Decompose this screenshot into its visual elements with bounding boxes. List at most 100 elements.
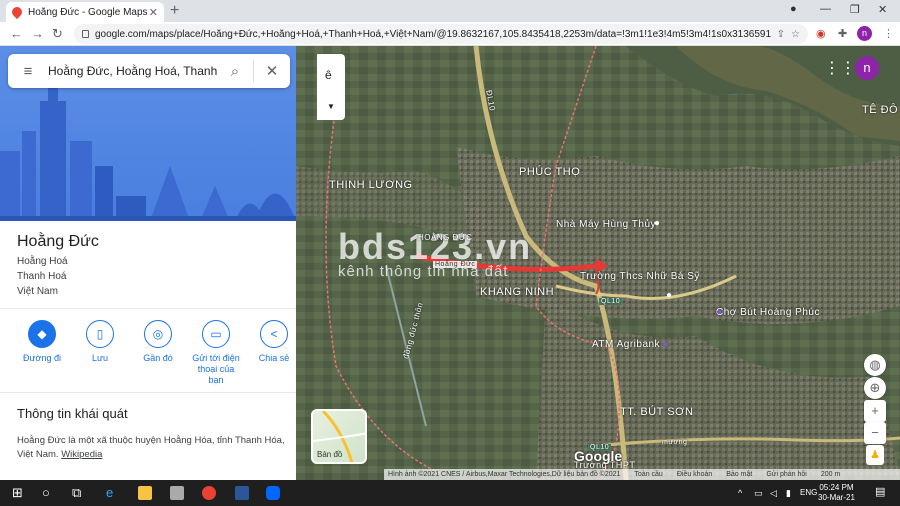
- apps-grid-icon[interactable]: ⋮⋮: [824, 58, 856, 78]
- tab-close-icon[interactable]: ✕: [149, 6, 158, 19]
- divider: [0, 392, 296, 393]
- global-link[interactable]: Toàn cầu: [634, 469, 662, 480]
- edge-icon[interactable]: e: [106, 485, 113, 500]
- bookmark-star-icon[interactable]: ☆: [791, 29, 800, 40]
- place-title: Hoằng Đức: [17, 233, 99, 250]
- menu-hamburger-icon[interactable]: ≡: [8, 63, 48, 80]
- phone-icon: ▭: [202, 320, 230, 348]
- search-icon[interactable]: ⌕: [217, 63, 253, 80]
- school-pin-icon[interactable]: ●: [666, 290, 672, 301]
- minimize-icon[interactable]: —: [820, 3, 831, 15]
- place-panel: ≡ Hoằng Đức, Hoằng Hoá, Thanh Hoá ⌕ ✕ Ho…: [0, 46, 296, 480]
- tray-chevron-icon[interactable]: ^: [738, 488, 742, 498]
- divider: [0, 308, 296, 309]
- terms-link[interactable]: Điều khoản: [677, 469, 712, 480]
- map-footer: Hình ảnh ©2021 CNES / Airbus,Maxar Techn…: [384, 469, 900, 480]
- save-button[interactable]: ▯ Lưu: [74, 320, 126, 386]
- battery-icon[interactable]: ▮: [786, 488, 791, 499]
- clock-time: 05:24 PM: [819, 483, 854, 492]
- file-explorer-icon[interactable]: [138, 486, 152, 500]
- url-text: google.com/maps/place/Hoằng+Đức,+Hoằng+H…: [95, 28, 771, 40]
- satellite-map[interactable]: bds123.vn kênh thông tin nhà đất THỊNH L…: [296, 46, 900, 480]
- map-label-atm: ATM Agribank: [592, 339, 661, 350]
- directions-button[interactable]: ◆ Đường đi: [16, 320, 68, 386]
- input-language[interactable]: ENG: [800, 488, 817, 497]
- chevron-down-icon[interactable]: ▼: [327, 102, 335, 111]
- tab-strip: Hoằng Đức - Google Maps ✕ + ● — ❐ ✕: [0, 0, 900, 22]
- share-button[interactable]: < Chia sẻ: [248, 320, 296, 386]
- share-icon[interactable]: ⇪: [777, 29, 785, 40]
- tab-search-icon[interactable]: ●: [790, 3, 797, 15]
- scale-bar[interactable]: 200 m: [821, 469, 840, 480]
- bank-pin-icon[interactable]: ●: [662, 339, 668, 350]
- map-label-hoang-duc: HOẰNG ĐỨC: [418, 233, 473, 242]
- privacy-link[interactable]: Bảo mật: [726, 469, 752, 480]
- map-label-thinh-luong: THỊNH LƯƠNG: [329, 179, 413, 191]
- send-to-phone-label: Gửi tới điện thoại của bạn: [192, 353, 240, 385]
- back-icon[interactable]: ←: [10, 26, 23, 41]
- road-shield-ql10: QL10: [599, 298, 623, 305]
- store-icon[interactable]: [170, 486, 184, 500]
- zalo-icon[interactable]: [266, 486, 280, 500]
- nearby-button[interactable]: ◎ Gần đó: [132, 320, 184, 386]
- save-label: Lưu: [91, 353, 109, 363]
- shopping-pin-icon[interactable]: ●: [716, 306, 723, 318]
- layers-toggle[interactable]: Bản đồ: [311, 409, 367, 464]
- windows-taskbar: ⊞ ○ ⧉ e ^ ▭ ◁ ▮ ENG 05:24 PM 30-Mar-21 ▤: [0, 480, 900, 506]
- chrome-icon[interactable]: [202, 486, 216, 500]
- wikipedia-link[interactable]: Wikipedia: [61, 449, 102, 460]
- send-to-phone-button[interactable]: ▭ Gửi tới điện thoại của bạn: [190, 320, 242, 386]
- search-input[interactable]: Hoằng Đức, Hoằng Hoá, Thanh Hoá: [48, 64, 217, 78]
- tab-title: Hoằng Đức - Google Maps: [28, 6, 148, 18]
- map-label-cho-but: Chợ Bút Hoàng Phúc: [716, 307, 820, 318]
- clear-search-icon[interactable]: ✕: [254, 62, 290, 80]
- zoom-out-button[interactable]: −: [864, 422, 886, 444]
- factory-pin-icon[interactable]: ●: [654, 218, 660, 229]
- bookmark-icon: ▯: [86, 320, 114, 348]
- map-label-phuc-tho: PHÚC THỌ: [519, 166, 581, 178]
- cortana-icon[interactable]: ○: [42, 485, 50, 500]
- collapse-panel-control[interactable]: ê ▼: [317, 54, 345, 120]
- reload-icon[interactable]: ↻: [52, 26, 63, 42]
- map-label-tt-but-son: TT. BÚT SƠN: [620, 406, 694, 418]
- restore-icon[interactable]: ❐: [850, 3, 860, 16]
- zoom-in-button[interactable]: +: [864, 400, 886, 422]
- share-icon: <: [260, 320, 288, 348]
- hero-illustration: ≡ Hoằng Đức, Hoằng Hoá, Thanh Hoá ⌕ ✕: [0, 46, 296, 221]
- menu-dots-icon[interactable]: ⋮: [883, 27, 894, 40]
- road-label-muong: mương: [662, 439, 688, 446]
- maps-pin-icon: [9, 4, 25, 20]
- tab-google-maps[interactable]: Hoằng Đức - Google Maps ✕: [6, 2, 164, 22]
- map-label-truong-thcs: Trường Thcs Nhữ Bá Sỹ: [580, 271, 700, 282]
- imagery-attribution: Hình ảnh ©2021 CNES / Airbus,Maxar Techn…: [388, 471, 621, 478]
- volume-icon[interactable]: ◁: [770, 488, 777, 499]
- globe-icon[interactable]: ◍: [864, 354, 886, 376]
- lock-icon: [82, 30, 89, 38]
- address-line-province: Thanh Hoá: [17, 271, 67, 282]
- my-location-icon[interactable]: ⊕: [864, 377, 886, 399]
- watermark-subtitle: kênh thông tin nhà đất: [338, 263, 509, 280]
- overview-heading: Thông tin khái quát: [17, 406, 128, 421]
- forward-icon[interactable]: →: [31, 26, 44, 41]
- word-icon[interactable]: [235, 486, 249, 500]
- address-bar[interactable]: google.com/maps/place/Hoằng+Đức,+Hoằng+H…: [74, 24, 808, 44]
- search-box[interactable]: ≡ Hoằng Đức, Hoằng Hoá, Thanh Hoá ⌕ ✕: [8, 54, 290, 88]
- account-avatar[interactable]: n: [855, 56, 879, 80]
- notification-icon[interactable]: ▤: [875, 485, 885, 498]
- map-label-nha-may: Nhà Máy Hùng Thủy: [556, 219, 657, 230]
- directions-icon: ◆: [28, 320, 56, 348]
- language-toggle[interactable]: ê: [325, 68, 332, 82]
- new-tab-button[interactable]: +: [170, 2, 179, 20]
- close-window-icon[interactable]: ✕: [878, 3, 887, 16]
- address-line-country: Việt Nam: [17, 286, 58, 297]
- profile-avatar[interactable]: n: [857, 26, 872, 41]
- nearby-label: Gần đó: [143, 353, 173, 363]
- network-icon[interactable]: ▭: [754, 488, 763, 499]
- task-view-icon[interactable]: ⧉: [72, 485, 81, 501]
- system-clock[interactable]: 05:24 PM 30-Mar-21: [818, 483, 855, 503]
- windows-start-icon[interactable]: ⊞: [12, 485, 23, 501]
- feedback-link[interactable]: Gửi phản hồi: [766, 469, 807, 480]
- extension-record-icon[interactable]: ◉: [816, 27, 826, 40]
- pegman-icon[interactable]: ♟: [866, 445, 884, 465]
- extensions-icon[interactable]: ✚: [838, 27, 847, 40]
